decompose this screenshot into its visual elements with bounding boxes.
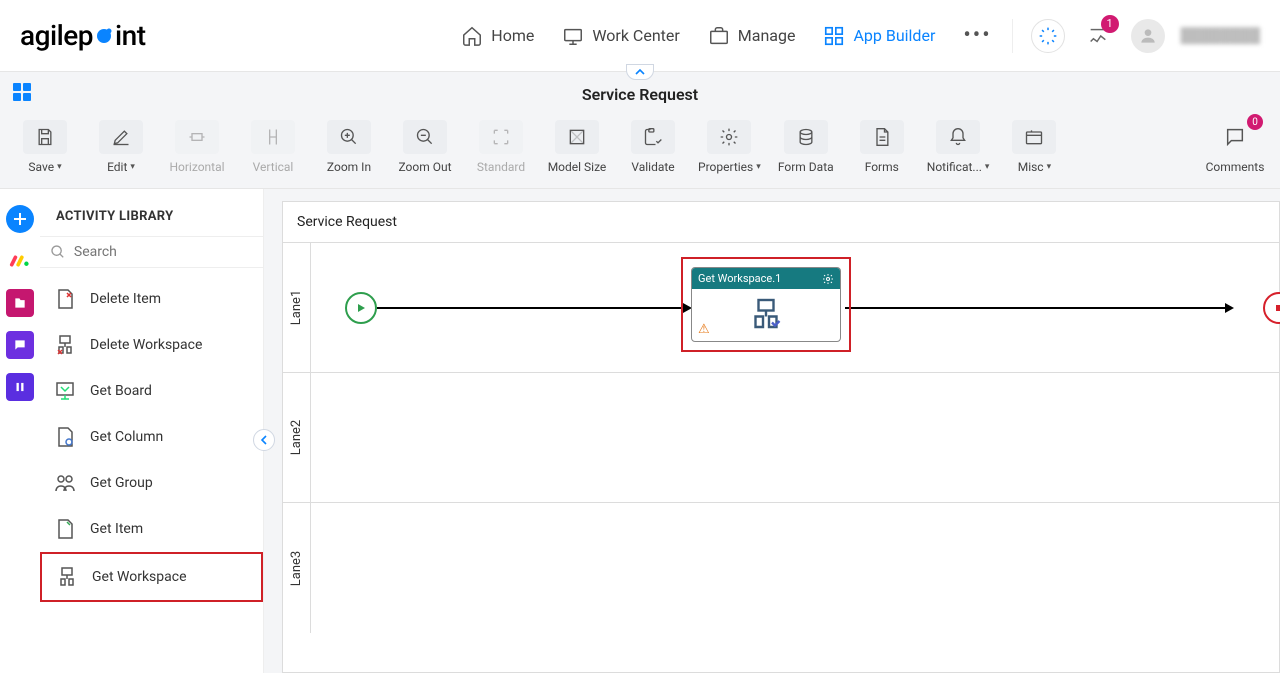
lane-label: Lane2	[289, 420, 304, 455]
nav-more[interactable]: •••	[963, 23, 991, 48]
tool-zoom-in[interactable]: Zoom In	[318, 120, 380, 174]
lib-item-label: Get Item	[90, 521, 143, 537]
leftbar-chat[interactable]	[6, 331, 34, 359]
lib-item-label: Delete Item	[90, 291, 161, 307]
leftbar-add[interactable]	[6, 205, 34, 233]
lib-item-delete-item[interactable]: Delete Item	[40, 276, 263, 322]
sidebar-title: ACTIVITY LIBRARY	[40, 189, 263, 236]
brand-logo: agilepint	[20, 19, 146, 52]
tool-forms[interactable]: Forms	[851, 120, 913, 174]
lib-item-label: Get Board	[90, 383, 152, 399]
collapse-header-button[interactable]	[626, 64, 654, 80]
start-node[interactable]	[345, 292, 377, 324]
tool-horizontal[interactable]: Horizontal	[166, 120, 228, 174]
tool-comments[interactable]: 0 Comments	[1204, 120, 1266, 174]
tool-standard[interactable]: Standard	[470, 120, 532, 174]
apps-grid-icon[interactable]	[10, 80, 34, 104]
lib-item-get-item[interactable]: Get Item	[40, 506, 263, 552]
tool-model-size[interactable]: Model Size	[546, 120, 608, 174]
ai-assistant-icon[interactable]	[1031, 19, 1065, 53]
nav-manage[interactable]: Manage	[708, 25, 796, 47]
board-icon	[52, 378, 78, 404]
tool-edit[interactable]: Edit▾	[90, 120, 152, 174]
search-icon	[50, 243, 66, 261]
tool-save[interactable]: Save▾	[14, 120, 76, 174]
tool-properties[interactable]: Properties▾	[698, 120, 761, 174]
lib-item-label: Get Column	[90, 429, 163, 445]
end-node[interactable]	[1263, 292, 1280, 324]
leftbar-files[interactable]	[6, 289, 34, 317]
search-input[interactable]	[74, 244, 253, 260]
username: ████████	[1181, 27, 1260, 44]
workspace-delete-icon	[52, 332, 78, 358]
lib-item-label: Get Group	[90, 475, 153, 491]
gear-icon[interactable]	[822, 273, 834, 285]
nav-app-builder[interactable]: App Builder	[823, 25, 935, 47]
lib-item-get-group[interactable]: Get Group	[40, 460, 263, 506]
lane-label: Lane3	[289, 550, 304, 585]
lib-item-delete-workspace[interactable]: Delete Workspace	[40, 322, 263, 368]
lib-item-get-board[interactable]: Get Board	[40, 368, 263, 414]
notifications-badge: 1	[1101, 15, 1119, 33]
comments-badge: 0	[1247, 114, 1263, 130]
tool-vertical[interactable]: Vertical	[242, 120, 304, 174]
tool-zoom-out[interactable]: Zoom Out	[394, 120, 456, 174]
nav-work-center[interactable]: Work Center	[562, 25, 679, 47]
canvas-title: Service Request	[283, 202, 1279, 242]
lib-item-get-column[interactable]: Get Column	[40, 414, 263, 460]
lib-item-label: Delete Workspace	[90, 337, 202, 353]
workspace-icon	[748, 297, 784, 333]
column-icon	[52, 424, 78, 450]
activity-get-workspace[interactable]: Get Workspace.1 ⚠	[691, 267, 841, 342]
leftbar-monday-icon[interactable]	[6, 247, 34, 275]
search-input-wrap[interactable]	[40, 236, 263, 268]
warning-icon: ⚠	[698, 322, 710, 337]
page-title: Service Request	[582, 85, 698, 104]
item-icon	[52, 516, 78, 542]
activity-title: Get Workspace.1	[698, 272, 781, 285]
leftbar-pause[interactable]	[6, 373, 34, 401]
sidebar-collapse-button[interactable]	[253, 429, 275, 451]
lib-item-label: Get Workspace	[92, 569, 187, 585]
notifications-icon[interactable]: 1	[1081, 19, 1115, 53]
lane-label: Lane1	[289, 290, 304, 325]
group-icon	[52, 470, 78, 496]
avatar[interactable]	[1131, 19, 1165, 53]
file-delete-icon	[52, 286, 78, 312]
workspace-icon	[54, 564, 80, 590]
lib-item-get-workspace[interactable]: Get Workspace	[40, 552, 263, 602]
tool-form-data[interactable]: Form Data	[775, 120, 837, 174]
tool-notifications[interactable]: Notificat...▾	[927, 120, 990, 174]
tool-validate[interactable]: Validate	[622, 120, 684, 174]
process-canvas[interactable]: Service Request Lane1	[282, 201, 1280, 673]
nav-home[interactable]: Home	[461, 25, 534, 47]
tool-misc[interactable]: Misc▾	[1003, 120, 1065, 174]
